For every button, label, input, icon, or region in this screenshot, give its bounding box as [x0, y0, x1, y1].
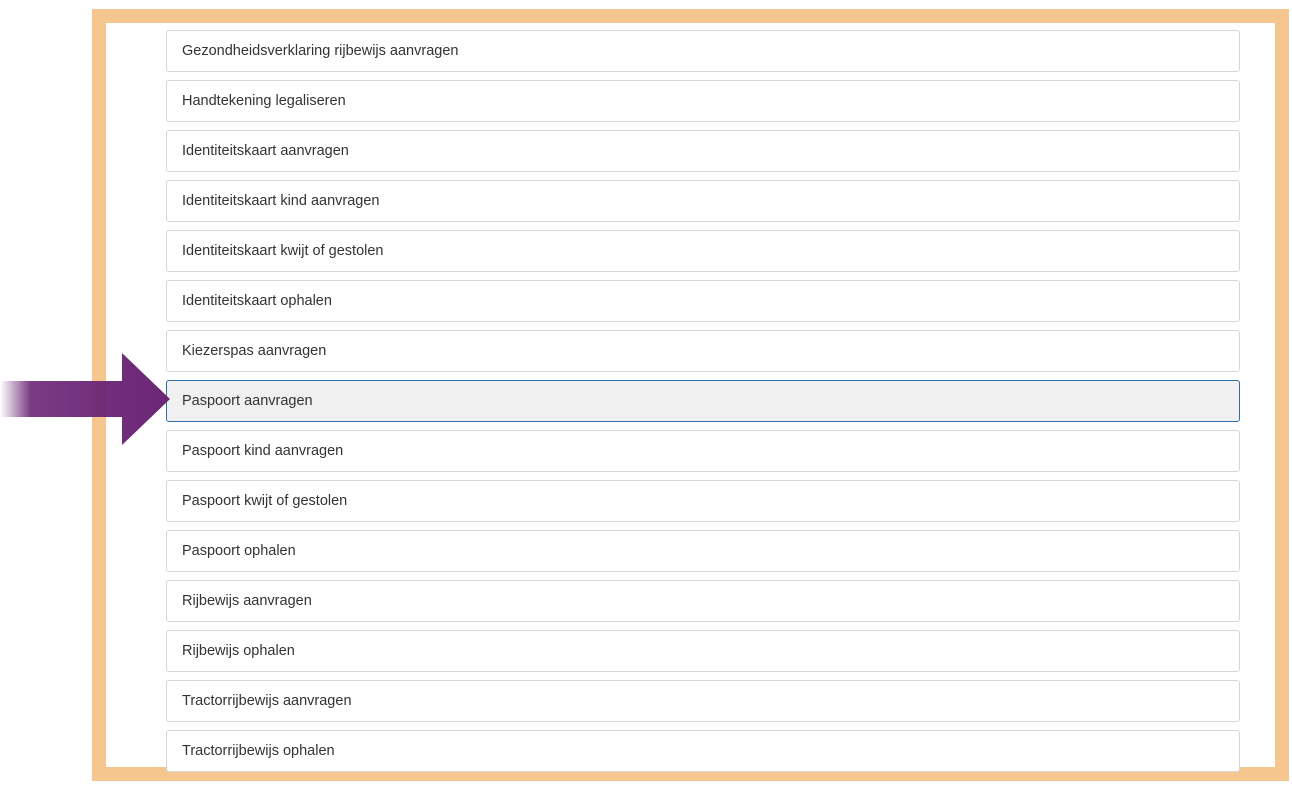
service-item-gezondheidsverklaring-rijbewijs-aanvragen[interactable]: Gezondheidsverklaring rijbewijs aanvrage… [166, 30, 1240, 72]
service-item-label: Identiteitskaart kwijt of gestolen [182, 243, 384, 259]
service-item-paspoort-kind-aanvragen[interactable]: Paspoort kind aanvragen [166, 430, 1240, 472]
service-item-label: Identiteitskaart kind aanvragen [182, 193, 380, 209]
service-item-kiezerspas-aanvragen[interactable]: Kiezerspas aanvragen [166, 330, 1240, 372]
service-item-label: Paspoort kwijt of gestolen [182, 493, 348, 509]
service-item-label: Paspoort kind aanvragen [182, 443, 344, 459]
service-item-identiteitskaart-kwijt-of-gestolen[interactable]: Identiteitskaart kwijt of gestolen [166, 230, 1240, 272]
arrow-right-icon [0, 353, 170, 445]
service-item-identiteitskaart-kind-aanvragen[interactable]: Identiteitskaart kind aanvragen [166, 180, 1240, 222]
service-item-label: Handtekening legaliseren [182, 93, 346, 109]
service-item-tractorrijbewijs-aanvragen[interactable]: Tractorrijbewijs aanvragen [166, 680, 1240, 722]
service-item-label: Tractorrijbewijs ophalen [182, 743, 335, 759]
service-list: Gezondheidsverklaring rijbewijs aanvrage… [166, 30, 1240, 772]
service-item-label: Rijbewijs ophalen [182, 643, 295, 659]
service-item-identiteitskaart-aanvragen[interactable]: Identiteitskaart aanvragen [166, 130, 1240, 172]
service-item-paspoort-kwijt-of-gestolen[interactable]: Paspoort kwijt of gestolen [166, 480, 1240, 522]
service-item-rijbewijs-ophalen[interactable]: Rijbewijs ophalen [166, 630, 1240, 672]
service-item-label: Gezondheidsverklaring rijbewijs aanvrage… [182, 43, 459, 59]
service-item-rijbewijs-aanvragen[interactable]: Rijbewijs aanvragen [166, 580, 1240, 622]
service-item-paspoort-aanvragen[interactable]: Paspoort aanvragen [166, 380, 1240, 422]
service-item-label: Identiteitskaart aanvragen [182, 143, 349, 159]
service-item-tractorrijbewijs-ophalen[interactable]: Tractorrijbewijs ophalen [166, 730, 1240, 772]
service-item-handtekening-legaliseren[interactable]: Handtekening legaliseren [166, 80, 1240, 122]
service-item-label: Identiteitskaart ophalen [182, 293, 332, 309]
service-item-label: Tractorrijbewijs aanvragen [182, 693, 352, 709]
service-item-label: Rijbewijs aanvragen [182, 593, 312, 609]
service-item-paspoort-ophalen[interactable]: Paspoort ophalen [166, 530, 1240, 572]
service-item-label: Paspoort aanvragen [182, 393, 313, 409]
service-item-label: Kiezerspas aanvragen [182, 343, 327, 359]
service-item-identiteitskaart-ophalen[interactable]: Identiteitskaart ophalen [166, 280, 1240, 322]
service-item-label: Paspoort ophalen [182, 543, 296, 559]
